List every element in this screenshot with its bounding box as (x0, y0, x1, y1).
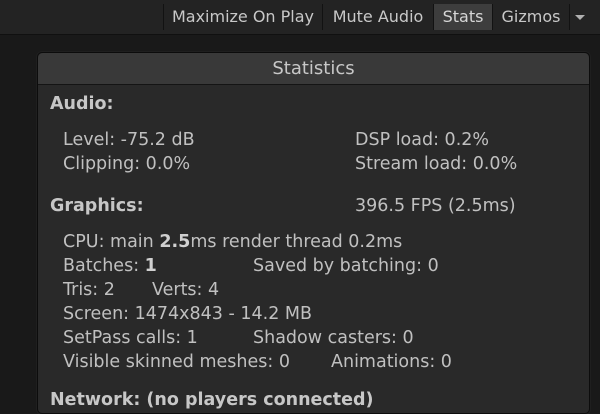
shadow-casters: Shadow casters: 0 (253, 328, 414, 348)
graphics-heading: Graphics: (50, 196, 144, 216)
cpu-main-value: 2.5 (159, 232, 191, 252)
stats-button[interactable]: Stats (433, 4, 492, 30)
cpu-stats: CPU: main 2.5ms render thread 0.2ms (63, 232, 402, 252)
visible-skinned-meshes: Visible skinned meshes: 0 (63, 352, 290, 372)
cpu-suffix: ms render thread 0.2ms (190, 232, 403, 252)
game-view-toolbar: Maximize On Play Mute Audio Stats Gizmos (0, 0, 600, 35)
stream-load: Stream load: 0.0% (355, 154, 518, 174)
batches-label: Batches: (63, 256, 145, 276)
cpu-prefix: CPU: main (63, 232, 160, 252)
screen-stat: Screen: 1474x843 - 14.2 MB (63, 304, 312, 324)
saved-by-batching: Saved by batching: 0 (253, 256, 439, 276)
gizmos-dropdown-button[interactable] (569, 4, 589, 30)
batches-value: 1 (144, 256, 157, 276)
statistics-panel: Statistics Audio: Level: -75.2 dB DSP lo… (37, 52, 590, 414)
audio-clipping: Clipping: 0.0% (63, 154, 191, 174)
verts-stat: Verts: 4 (152, 280, 220, 300)
audio-level: Level: -75.2 dB (63, 130, 195, 150)
animations-stat: Animations: 0 (331, 352, 452, 372)
dsp-load: DSP load: 0.2% (355, 130, 490, 150)
tris-stat: Tris: 2 (63, 280, 115, 300)
panel-title: Statistics (38, 53, 589, 85)
audio-heading: Audio: (50, 94, 114, 114)
chevron-down-icon (575, 15, 585, 20)
fps-readout: 396.5 FPS (2.5ms) (355, 196, 516, 216)
setpass-calls: SetPass calls: 1 (63, 328, 198, 348)
maximize-on-play-button[interactable]: Maximize On Play (163, 4, 322, 30)
network-heading: Network: (no players connected) (50, 390, 374, 410)
batches-stat: Batches: 1 (63, 256, 157, 276)
mute-audio-button[interactable]: Mute Audio (322, 4, 433, 30)
gizmos-button[interactable]: Gizmos (492, 4, 569, 30)
